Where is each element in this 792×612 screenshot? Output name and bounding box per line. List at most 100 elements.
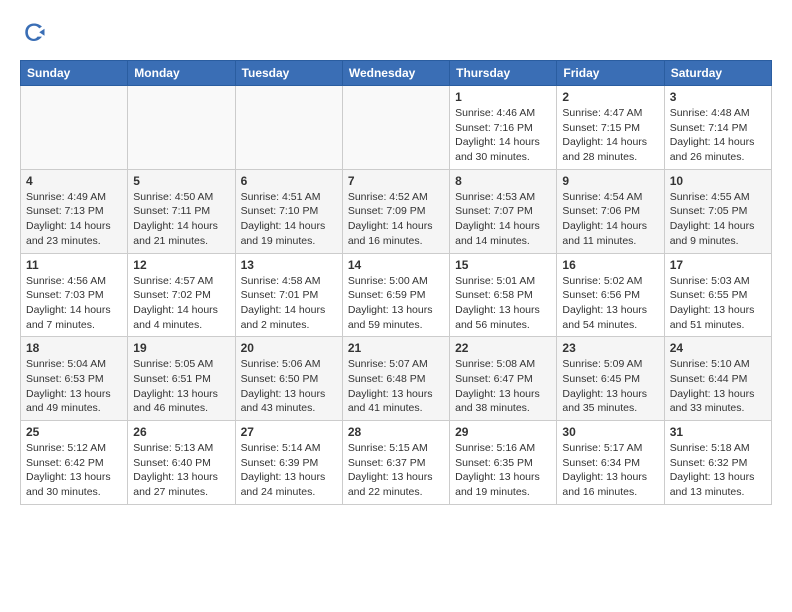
cell-content: Sunrise: 5:04 AMSunset: 6:53 PMDaylight:…	[26, 357, 122, 416]
day-number: 20	[241, 341, 337, 355]
calendar-cell: 15Sunrise: 5:01 AMSunset: 6:58 PMDayligh…	[450, 253, 557, 337]
day-number: 16	[562, 258, 658, 272]
calendar-cell: 17 Sunrise: 5:03 AMSunset: 6:55 PMDayligh…	[664, 253, 771, 337]
calendar-cell: 6Sunrise: 4:51 AMSunset: 7:10 PMDaylight…	[235, 169, 342, 253]
calendar-cell: 18 Sunrise: 5:04 AMSunset: 6:53 PMDayligh…	[21, 337, 128, 421]
cell-content: Sunrise: 5:09 AMSunset: 6:45 PMDaylight:…	[562, 357, 658, 416]
day-number: 4	[26, 174, 122, 188]
calendar-week-row: 18 Sunrise: 5:04 AMSunset: 6:53 PMDayligh…	[21, 337, 772, 421]
calendar-cell: 26Sunrise: 5:13 AMSunset: 6:40 PMDayligh…	[128, 421, 235, 505]
calendar-cell: 19 Sunrise: 5:05 AMSunset: 6:51 PMDayligh…	[128, 337, 235, 421]
calendar-cell: 3 Sunrise: 4:48 AMSunset: 7:14 PMDaylight…	[664, 86, 771, 170]
calendar-cell: 21 Sunrise: 5:07 AMSunset: 6:48 PMDayligh…	[342, 337, 449, 421]
cell-content: Sunrise: 4:56 AMSunset: 7:03 PMDaylight:…	[26, 274, 122, 333]
day-number: 10	[670, 174, 766, 188]
calendar-header-row: SundayMondayTuesdayWednesdayThursdayFrid…	[21, 61, 772, 86]
calendar-cell	[235, 86, 342, 170]
day-number: 28	[348, 425, 444, 439]
calendar-cell: 9Sunrise: 4:54 AMSunset: 7:06 PMDaylight…	[557, 169, 664, 253]
day-number: 1	[455, 90, 551, 104]
day-number: 8	[455, 174, 551, 188]
day-of-week-header: Friday	[557, 61, 664, 86]
day-number: 18	[26, 341, 122, 355]
calendar-cell: 16Sunrise: 5:02 AMSunset: 6:56 PMDayligh…	[557, 253, 664, 337]
cell-content: Sunrise: 4:49 AMSunset: 7:13 PMDaylight:…	[26, 190, 122, 249]
day-of-week-header: Wednesday	[342, 61, 449, 86]
calendar-cell	[128, 86, 235, 170]
calendar-week-row: 1 Sunrise: 4:46 AMSunset: 7:16 PMDaylight…	[21, 86, 772, 170]
cell-content: Sunrise: 4:50 AMSunset: 7:11 PMDaylight:…	[133, 190, 229, 249]
day-number: 29	[455, 425, 551, 439]
cell-content: Sunrise: 5:06 AMSunset: 6:50 PMDaylight:…	[241, 357, 337, 416]
calendar-cell: 4 Sunrise: 4:49 AMSunset: 7:13 PMDaylight…	[21, 169, 128, 253]
day-number: 11	[26, 258, 122, 272]
day-of-week-header: Thursday	[450, 61, 557, 86]
cell-content: Sunrise: 4:47 AMSunset: 7:15 PMDaylight:…	[562, 106, 658, 165]
day-number: 2	[562, 90, 658, 104]
day-number: 19	[133, 341, 229, 355]
calendar-cell: 2 Sunrise: 4:47 AMSunset: 7:15 PMDaylight…	[557, 86, 664, 170]
calendar-cell: 25 Sunrise: 5:12 AMSunset: 6:42 PMDayligh…	[21, 421, 128, 505]
cell-content: Sunrise: 4:54 AMSunset: 7:06 PMDaylight:…	[562, 190, 658, 249]
day-number: 21	[348, 341, 444, 355]
calendar-cell: 10 Sunrise: 4:55 AMSunset: 7:05 PMDayligh…	[664, 169, 771, 253]
calendar: SundayMondayTuesdayWednesdayThursdayFrid…	[20, 60, 772, 505]
header	[20, 20, 772, 48]
day-number: 7	[348, 174, 444, 188]
cell-content: Sunrise: 5:08 AMSunset: 6:47 PMDaylight:…	[455, 357, 551, 416]
day-number: 13	[241, 258, 337, 272]
calendar-cell	[342, 86, 449, 170]
cell-content: Sunrise: 5:12 AMSunset: 6:42 PMDaylight:…	[26, 441, 122, 500]
cell-content: Sunrise: 4:55 AMSunset: 7:05 PMDaylight:…	[670, 190, 766, 249]
day-number: 23	[562, 341, 658, 355]
cell-content: Sunrise: 4:46 AMSunset: 7:16 PMDaylight:…	[455, 106, 551, 165]
calendar-cell: 14 Sunrise: 5:00 AMSunset: 6:59 PMDayligh…	[342, 253, 449, 337]
day-of-week-header: Monday	[128, 61, 235, 86]
cell-content: Sunrise: 5:17 AMSunset: 6:34 PMDaylight:…	[562, 441, 658, 500]
cell-content: Sunrise: 5:16 AMSunset: 6:35 PMDaylight:…	[455, 441, 551, 500]
calendar-cell: 20 Sunrise: 5:06 AMSunset: 6:50 PMDayligh…	[235, 337, 342, 421]
day-number: 26	[133, 425, 229, 439]
calendar-week-row: 25 Sunrise: 5:12 AMSunset: 6:42 PMDayligh…	[21, 421, 772, 505]
day-number: 25	[26, 425, 122, 439]
calendar-cell: 23 Sunrise: 5:09 AMSunset: 6:45 PMDayligh…	[557, 337, 664, 421]
cell-content: Sunrise: 4:51 AMSunset: 7:10 PMDaylight:…	[241, 190, 337, 249]
cell-content: Sunrise: 5:07 AMSunset: 6:48 PMDaylight:…	[348, 357, 444, 416]
calendar-cell: 12 Sunrise: 4:57 AMSunset: 7:02 PMDayligh…	[128, 253, 235, 337]
cell-content: Sunrise: 4:53 AMSunset: 7:07 PMDaylight:…	[455, 190, 551, 249]
cell-content: Sunrise: 4:52 AMSunset: 7:09 PMDaylight:…	[348, 190, 444, 249]
calendar-cell: 11 Sunrise: 4:56 AMSunset: 7:03 PMDayligh…	[21, 253, 128, 337]
day-of-week-header: Saturday	[664, 61, 771, 86]
calendar-cell: 31Sunrise: 5:18 AMSunset: 6:32 PMDayligh…	[664, 421, 771, 505]
calendar-cell: 30 Sunrise: 5:17 AMSunset: 6:34 PMDayligh…	[557, 421, 664, 505]
calendar-week-row: 11 Sunrise: 4:56 AMSunset: 7:03 PMDayligh…	[21, 253, 772, 337]
day-number: 22	[455, 341, 551, 355]
cell-content: Sunrise: 5:05 AMSunset: 6:51 PMDaylight:…	[133, 357, 229, 416]
day-number: 14	[348, 258, 444, 272]
cell-content: Sunrise: 4:48 AMSunset: 7:14 PMDaylight:…	[670, 106, 766, 165]
day-number: 27	[241, 425, 337, 439]
day-number: 24	[670, 341, 766, 355]
day-number: 31	[670, 425, 766, 439]
cell-content: Sunrise: 5:00 AMSunset: 6:59 PMDaylight:…	[348, 274, 444, 333]
cell-content: Sunrise: 4:57 AMSunset: 7:02 PMDaylight:…	[133, 274, 229, 333]
day-number: 3	[670, 90, 766, 104]
cell-content: Sunrise: 5:15 AMSunset: 6:37 PMDaylight:…	[348, 441, 444, 500]
calendar-cell: 5Sunrise: 4:50 AMSunset: 7:11 PMDaylight…	[128, 169, 235, 253]
cell-content: Sunrise: 5:03 AMSunset: 6:55 PMDaylight:…	[670, 274, 766, 333]
cell-content: Sunrise: 5:10 AMSunset: 6:44 PMDaylight:…	[670, 357, 766, 416]
calendar-cell	[21, 86, 128, 170]
calendar-cell: 8 Sunrise: 4:53 AMSunset: 7:07 PMDaylight…	[450, 169, 557, 253]
day-number: 17	[670, 258, 766, 272]
calendar-cell: 13Sunrise: 4:58 AMSunset: 7:01 PMDayligh…	[235, 253, 342, 337]
day-number: 12	[133, 258, 229, 272]
cell-content: Sunrise: 5:01 AMSunset: 6:58 PMDaylight:…	[455, 274, 551, 333]
calendar-cell: 29 Sunrise: 5:16 AMSunset: 6:35 PMDayligh…	[450, 421, 557, 505]
day-of-week-header: Tuesday	[235, 61, 342, 86]
logo-icon	[20, 20, 48, 48]
calendar-week-row: 4 Sunrise: 4:49 AMSunset: 7:13 PMDaylight…	[21, 169, 772, 253]
calendar-cell: 1 Sunrise: 4:46 AMSunset: 7:16 PMDaylight…	[450, 86, 557, 170]
calendar-cell: 27Sunrise: 5:14 AMSunset: 6:39 PMDayligh…	[235, 421, 342, 505]
day-number: 30	[562, 425, 658, 439]
calendar-cell: 7 Sunrise: 4:52 AMSunset: 7:09 PMDaylight…	[342, 169, 449, 253]
